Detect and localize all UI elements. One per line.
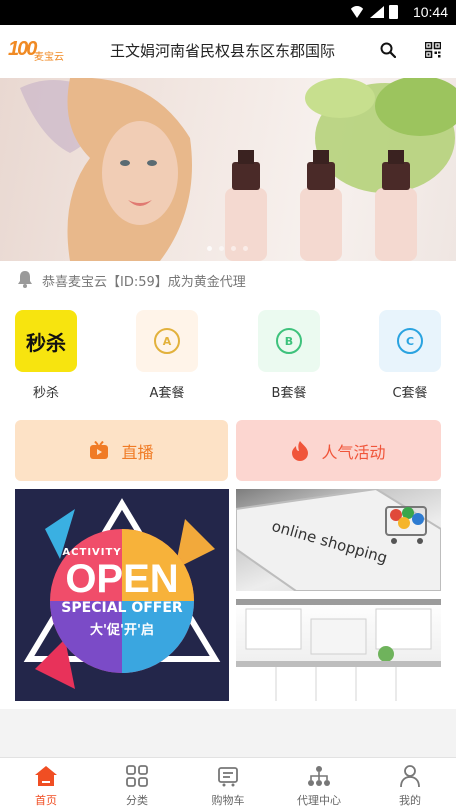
location-title[interactable]: 王文娟河南省民权县东区东郡国际 [110, 40, 335, 61]
package-a-icon: A [136, 310, 198, 372]
carousel-dot[interactable] [243, 246, 248, 251]
online-shopping-tile[interactable]: online shopping [236, 489, 441, 591]
quick-item-flash-sale[interactable]: 秒杀 秒杀 [15, 310, 77, 401]
open-promo-tile[interactable]: ACTIVITY OPEN SPECIAL OFFER 大'促'开'启 [15, 489, 229, 701]
tab-label: 购物车 [211, 794, 245, 807]
announcement-text: 恭喜麦宝云【ID:59】成为黄金代理 [42, 275, 246, 290]
logo-number: 100 [8, 38, 37, 60]
popular-events-label: 人气活动 [321, 442, 386, 462]
quick-item-label: 秒杀 [32, 386, 59, 401]
package-c-badge: C [397, 328, 423, 354]
announcement-bar[interactable]: 恭喜麦宝云【ID:59】成为黄金代理 [0, 261, 456, 297]
battery-icon [389, 5, 398, 19]
quick-item-label: A套餐 [149, 386, 185, 401]
quick-menu: 秒杀 秒杀 A A套餐 B B套餐 C C套餐 [0, 297, 456, 403]
category-icon [126, 765, 148, 787]
status-icons [349, 5, 398, 19]
app-logo[interactable]: 100 麦宝云 [8, 38, 64, 64]
bottom-tab-bar: 首页 分类 购物车 代理中心 我的 [0, 757, 456, 811]
banner-artwork [20, 78, 456, 261]
tab-agent-center[interactable]: 代理中心 [284, 764, 354, 808]
kitchen-artwork [236, 599, 441, 701]
quick-item-package-c[interactable]: C C套餐 [379, 310, 441, 401]
tab-label: 我的 [399, 794, 421, 807]
tab-profile[interactable]: 我的 [375, 764, 445, 808]
logo-text: 麦宝云 [34, 52, 64, 63]
open-tile-line4: 大'促'开'启 [90, 623, 154, 638]
carousel-dot[interactable] [219, 246, 224, 251]
status-time: 10:44 [412, 4, 448, 20]
top-header: 100 麦宝云 王文娟河南省民权县东区东郡国际 [0, 25, 456, 78]
tab-label: 分类 [126, 794, 148, 807]
quick-item-package-b[interactable]: B B套餐 [258, 310, 320, 401]
open-tile-line3: SPECIAL OFFER [61, 600, 183, 616]
package-b-icon: B [258, 310, 320, 372]
kitchen-tile[interactable] [236, 599, 441, 701]
tv-icon [90, 440, 109, 459]
open-tile-line2: OPEN [65, 557, 179, 601]
status-bar: 10:44 [0, 0, 456, 25]
agent-center-icon [308, 766, 330, 786]
home-icon [35, 766, 57, 786]
tab-category[interactable]: 分类 [102, 764, 172, 808]
carousel-dot[interactable] [207, 246, 212, 251]
live-stream-button[interactable]: 直播 [15, 420, 228, 481]
quick-item-package-a[interactable]: A A套餐 [136, 310, 198, 401]
package-a-badge: A [154, 328, 180, 354]
cart-icon [218, 767, 238, 787]
quick-item-label: C套餐 [392, 386, 428, 401]
package-c-icon: C [379, 310, 441, 372]
search-icon[interactable] [380, 42, 396, 58]
flame-icon [292, 440, 309, 461]
flash-sale-badge: 秒杀 [26, 330, 66, 355]
quick-item-label: B套餐 [271, 386, 307, 401]
tab-label: 代理中心 [297, 794, 341, 807]
wifi-icon [349, 6, 365, 18]
flash-sale-icon: 秒杀 [15, 310, 77, 372]
package-b-badge: B [276, 328, 302, 354]
tab-home[interactable]: 首页 [11, 764, 81, 808]
signal-icon [370, 6, 384, 18]
qr-code-icon[interactable] [425, 42, 441, 58]
profile-icon [400, 765, 420, 788]
bell-icon [18, 271, 32, 288]
live-stream-label: 直播 [121, 442, 154, 462]
tab-cart[interactable]: 购物车 [193, 764, 263, 808]
tab-label: 首页 [35, 794, 57, 807]
promo-section: 直播 人气活动 ACTIVITY OPEN SPECIAL OFFER 大'促'… [0, 403, 456, 709]
popular-events-button[interactable]: 人气活动 [236, 420, 441, 481]
carousel-dot[interactable] [231, 246, 236, 251]
hero-banner[interactable] [0, 78, 456, 261]
